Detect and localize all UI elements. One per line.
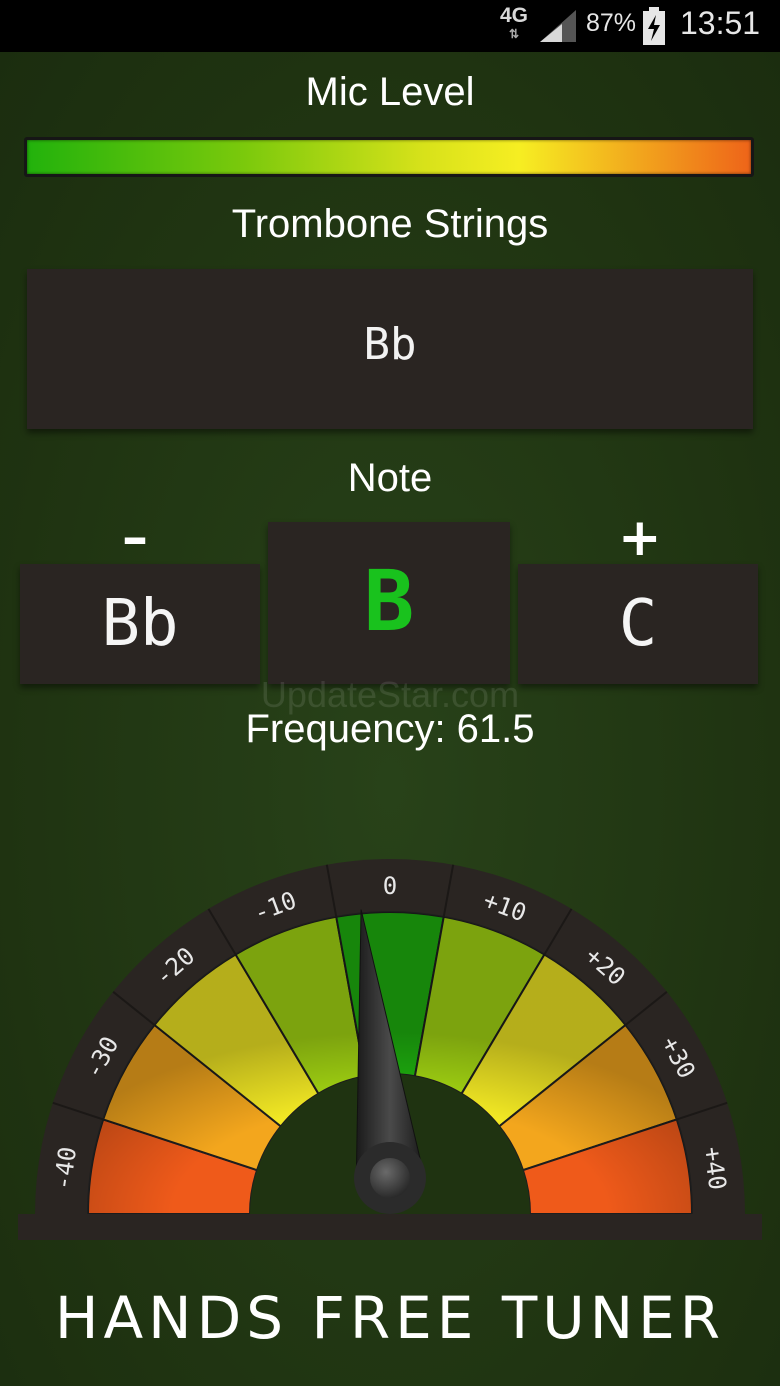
string-selector[interactable]: Bb [27,269,753,429]
frequency-readout: Frequency: 61.5 [245,707,535,751]
current-note: B [268,522,510,684]
note-label: Note [347,456,433,500]
app-brand-title: HANDS FREE TUNER [54,1284,726,1352]
tuning-gauge: -40-30-20-100+10+20+30+40 [18,859,762,1240]
mic-level-label: Mic Level [305,70,475,114]
gauge-base [18,1214,762,1240]
selected-string: Bb [363,319,417,370]
mic-level-meter [27,140,751,174]
gauge-tick-label: 0 [383,872,397,900]
signal-icon [540,10,576,42]
network-indicator: 4G ⇅ [498,4,530,48]
clock: 13:51 [680,5,761,41]
next-note: C [518,564,758,684]
data-arrows-icon: ⇅ [508,27,520,41]
previous-note: Bb [20,564,260,684]
needle-hub-cap [370,1158,410,1198]
flat-indicator: – [122,508,148,568]
gauge-tick-label: +40 [698,1145,732,1192]
sharp-indicator: + [618,508,662,568]
gauge-tick-label: -40 [48,1145,82,1192]
strings-label: Trombone Strings [231,202,549,246]
tuner-screen: Mic Level Trombone Strings Bb Note – + B… [0,52,780,1386]
battery-charging-icon [643,7,665,45]
battery-percent: 87% [586,9,637,37]
network-type: 4G [499,4,528,27]
status-bar: 4G ⇅ 87% 13:51 [0,0,780,52]
